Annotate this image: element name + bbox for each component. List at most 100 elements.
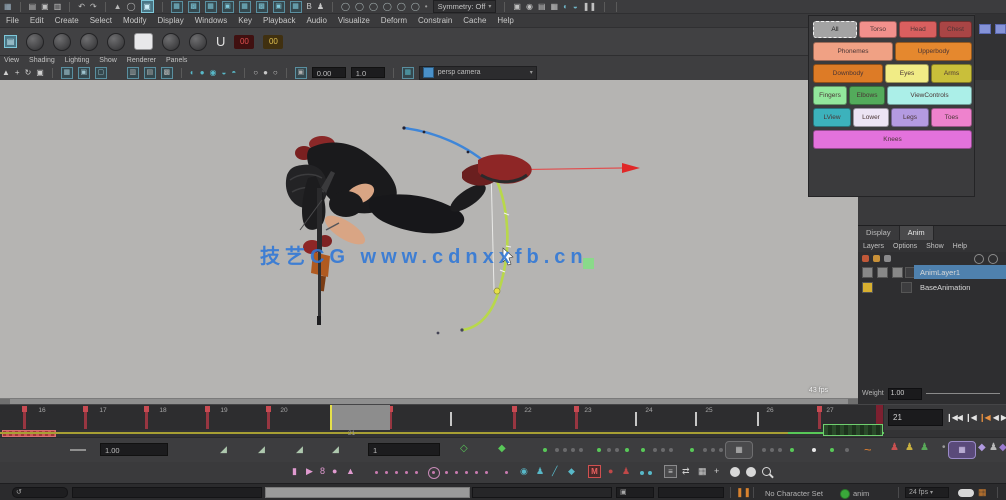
shading-smooth-icon[interactable]: ◐ bbox=[190, 68, 195, 78]
menu-create[interactable]: Create bbox=[55, 16, 79, 25]
layer-icon-zero-weight[interactable] bbox=[988, 254, 998, 264]
menu-playback[interactable]: Playback bbox=[263, 16, 295, 25]
picker-torso[interactable]: Torso bbox=[859, 21, 897, 38]
pose-8-icon[interactable]: 8 bbox=[320, 466, 325, 476]
picker-knees[interactable]: Knees bbox=[813, 130, 972, 149]
ramp-icon-1[interactable]: ◢ bbox=[220, 444, 227, 455]
help-line-bar[interactable] bbox=[265, 487, 470, 498]
person-teal-icon[interactable]: ♟ bbox=[536, 466, 544, 477]
layer-icon-2[interactable] bbox=[873, 255, 880, 262]
refresh-field[interactable]: ↺ bbox=[12, 487, 68, 498]
symmetry-select[interactable]: Symmetry: Off▾ bbox=[433, 0, 497, 13]
shelf-button-u[interactable]: U bbox=[216, 37, 225, 47]
shelf-button-red[interactable]: 00 bbox=[234, 35, 254, 49]
layer-menu-options[interactable]: Options bbox=[893, 243, 917, 250]
menu-select[interactable]: Select bbox=[90, 16, 112, 25]
pink-dot[interactable] bbox=[375, 471, 378, 474]
character-icon[interactable]: ♟ bbox=[317, 2, 324, 12]
anim-status-dot[interactable] bbox=[840, 489, 850, 499]
key-dot[interactable] bbox=[762, 448, 766, 452]
layer-menu-show[interactable]: Show bbox=[926, 243, 944, 250]
small-field-1[interactable]: ▣ bbox=[616, 487, 654, 498]
key-dot[interactable] bbox=[615, 448, 619, 452]
key-dot[interactable] bbox=[711, 448, 715, 452]
wire-on-shaded-icon[interactable]: ○ bbox=[253, 68, 258, 78]
window-icon[interactable] bbox=[979, 24, 991, 34]
pose-dot-icon[interactable]: ● bbox=[332, 466, 337, 476]
menu-windows[interactable]: Windows bbox=[195, 16, 227, 25]
resolution-gate-icon[interactable]: ▤ bbox=[144, 67, 156, 79]
picker-head[interactable]: Head bbox=[899, 21, 937, 38]
layer-mute-toggle[interactable] bbox=[901, 282, 912, 293]
current-frame-field[interactable]: 21 bbox=[888, 409, 943, 426]
command-field[interactable] bbox=[472, 487, 612, 498]
key-dot[interactable] bbox=[690, 448, 694, 452]
fps-select[interactable]: 24 fps ▾ bbox=[905, 487, 949, 498]
lasso-tool-icon[interactable]: ◯ bbox=[127, 2, 136, 12]
default-material-icon[interactable]: ● bbox=[263, 68, 268, 78]
key-dot[interactable] bbox=[571, 448, 575, 452]
tab-display[interactable]: Display bbox=[858, 226, 900, 240]
pose-flag-icon[interactable]: ▶ bbox=[306, 466, 313, 477]
menu-audio[interactable]: Audio bbox=[306, 16, 326, 25]
viewport-move-icon[interactable]: + bbox=[15, 68, 20, 78]
teal-dot[interactable] bbox=[648, 471, 652, 475]
play-backwards-button[interactable]: ◀ bbox=[993, 413, 998, 422]
ramp-icon-2[interactable]: ◢ bbox=[258, 444, 265, 455]
spin-icon[interactable]: ◉ bbox=[520, 466, 528, 477]
pen-icon[interactable]: ╱ bbox=[552, 466, 557, 477]
shelf-button-yellow[interactable]: 00 bbox=[263, 35, 283, 49]
hypershade-icon[interactable]: ▦ bbox=[551, 2, 559, 12]
teal-dot[interactable] bbox=[640, 471, 644, 475]
step-back-frame-button[interactable]: ❙◀ bbox=[965, 413, 976, 422]
render-sphere-icon[interactable]: ◐ bbox=[563, 2, 568, 12]
shelf-button-5[interactable] bbox=[162, 33, 180, 51]
table-icon[interactable]: ▦ bbox=[698, 466, 707, 477]
play-forwards-button[interactable]: ▶ bbox=[1001, 413, 1006, 422]
render-settings-icon[interactable]: ▤ bbox=[538, 2, 546, 12]
picker-fingers[interactable]: Fingers bbox=[813, 86, 847, 105]
ghost-toggle-1-icon[interactable]: ◯ bbox=[341, 2, 350, 12]
grid-toggle-icon[interactable]: ▦ bbox=[61, 67, 73, 79]
swap-icon[interactable]: ⇄ bbox=[682, 466, 690, 477]
shading-flat-icon[interactable]: ● bbox=[200, 68, 205, 78]
current-time-indicator[interactable] bbox=[330, 405, 390, 430]
xray-icon[interactable]: ○ bbox=[273, 68, 278, 78]
key-dot[interactable] bbox=[625, 448, 629, 452]
pink-dot-selected[interactable] bbox=[428, 467, 440, 479]
ipr-render-icon[interactable]: ◉ bbox=[526, 2, 533, 12]
key-dot[interactable] bbox=[669, 448, 673, 452]
paint-effects-icon[interactable]: ◒ bbox=[573, 2, 578, 12]
picker-downbody[interactable]: Downbody bbox=[813, 64, 883, 83]
pink-dot[interactable] bbox=[455, 471, 458, 474]
ghost-toggle-2-icon[interactable]: ◯ bbox=[355, 2, 364, 12]
field-gamma-field[interactable]: 1.0 bbox=[351, 67, 385, 78]
viewport-rotate-icon[interactable]: ↻ bbox=[25, 68, 32, 78]
make-live-icon[interactable]: ▩ bbox=[256, 1, 268, 13]
set-key-filled-icon[interactable]: ◆ bbox=[498, 443, 506, 454]
redo-icon[interactable]: ↷ bbox=[90, 2, 97, 12]
mini-dot-icon[interactable]: • bbox=[942, 442, 946, 453]
ghost-yellow-icon[interactable]: ♟ bbox=[905, 442, 914, 453]
layer-icon-3[interactable] bbox=[884, 255, 891, 262]
weight-slider[interactable] bbox=[926, 393, 1000, 394]
pose-blob-icon[interactable]: ▮ bbox=[292, 466, 297, 477]
ghost-red-icon[interactable]: ♟ bbox=[890, 442, 899, 453]
snap-view-plane-icon[interactable]: ▦ bbox=[239, 1, 251, 13]
prev-key-button[interactable]: ❙◀ bbox=[979, 413, 990, 422]
snap-point-icon[interactable]: ▦ bbox=[205, 1, 217, 13]
layer-row-icon[interactable] bbox=[892, 267, 903, 278]
pink-dot[interactable] bbox=[405, 471, 408, 474]
menu-constrain[interactable]: Constrain bbox=[418, 16, 452, 25]
tween-button[interactable]: ▦ bbox=[725, 441, 753, 459]
shelf-button-1[interactable] bbox=[26, 33, 44, 51]
set-key-icon[interactable]: ◇ bbox=[460, 443, 468, 454]
white-dot[interactable] bbox=[730, 467, 740, 477]
range-mid-field[interactable]: 1 bbox=[368, 443, 440, 456]
viewport-scale-icon[interactable]: ▣ bbox=[36, 68, 44, 78]
graph-button[interactable]: ▦ bbox=[948, 441, 976, 459]
red-blob-icon[interactable]: ● bbox=[608, 466, 613, 476]
shelf-button-white[interactable] bbox=[134, 33, 153, 50]
key-dot[interactable] bbox=[661, 448, 665, 452]
menu-modify[interactable]: Modify bbox=[123, 16, 147, 25]
